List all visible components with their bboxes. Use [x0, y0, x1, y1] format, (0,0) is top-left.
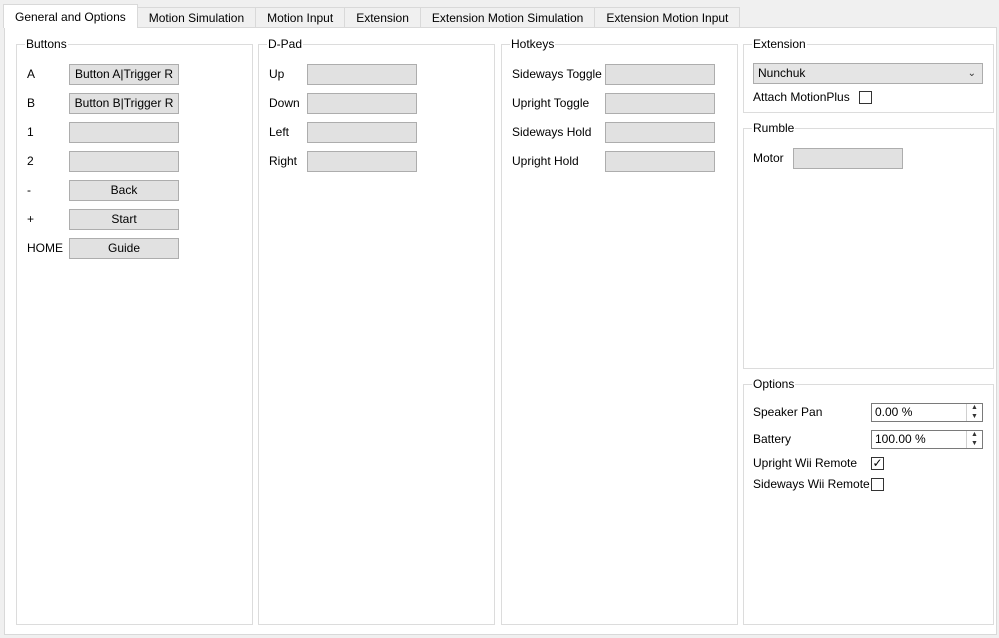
- button-label-plus: +: [27, 212, 35, 226]
- checkmark-icon: ✓: [872, 456, 883, 470]
- options-group: Options Speaker Pan 0.00 % ▲ ▼ Battery 1…: [743, 377, 994, 625]
- buttons-group: Buttons A Button A|Trigger R B Button B|…: [16, 37, 253, 625]
- chevron-down-icon: ⌄: [967, 68, 976, 79]
- tab-bar: General and Options Motion Simulation Mo…: [3, 4, 741, 28]
- dpad-label-left: Left: [269, 125, 290, 139]
- hotkey-label-sideways-hold: Sideways Hold: [512, 125, 592, 139]
- hotkey-label-upright-toggle: Upright Toggle: [512, 96, 590, 110]
- tab-extension[interactable]: Extension: [344, 7, 421, 28]
- battery-label: Battery: [753, 432, 792, 446]
- mapping-upright-hold[interactable]: [605, 151, 715, 172]
- tab-general-and-options[interactable]: General and Options: [3, 4, 138, 28]
- battery-spin-buttons[interactable]: ▲ ▼: [966, 431, 982, 448]
- upright-wii-remote-checkbox[interactable]: ✓: [871, 457, 884, 470]
- button-label-1: 1: [27, 125, 34, 139]
- hotkeys-group: Hotkeys Sideways Toggle Upright Toggle S…: [501, 37, 738, 625]
- motor-label: Motor: [753, 151, 784, 165]
- button-label-b: B: [27, 96, 36, 110]
- spin-down-icon[interactable]: ▼: [967, 440, 982, 448]
- rumble-group: Rumble Motor: [743, 121, 994, 369]
- button-label-home: HOME: [27, 241, 63, 255]
- speaker-pan-spinbox[interactable]: 0.00 % ▲ ▼: [871, 403, 983, 422]
- mapping-button-1[interactable]: [69, 122, 179, 143]
- mapping-dpad-right[interactable]: [307, 151, 417, 172]
- mapping-button-home[interactable]: Guide: [69, 238, 179, 259]
- button-label-2: 2: [27, 154, 34, 168]
- mapping-sideways-hold[interactable]: [605, 122, 715, 143]
- dpad-group: D-Pad Up Down Left Right: [258, 37, 495, 625]
- upright-wii-remote-label: Upright Wii Remote: [753, 456, 858, 470]
- battery-spinbox[interactable]: 100.00 % ▲ ▼: [871, 430, 983, 449]
- mapping-dpad-left[interactable]: [307, 122, 417, 143]
- sideways-wii-remote-checkbox[interactable]: [871, 478, 884, 491]
- dpad-group-title: D-Pad: [267, 37, 304, 51]
- attach-motionplus-checkbox[interactable]: [859, 91, 872, 104]
- extension-select[interactable]: Nunchuk ⌄: [753, 63, 983, 84]
- mapping-button-2[interactable]: [69, 151, 179, 172]
- mapping-button-plus[interactable]: Start: [69, 209, 179, 230]
- speaker-pan-label: Speaker Pan: [753, 405, 823, 419]
- hotkey-label-sideways-toggle: Sideways Toggle: [512, 67, 602, 81]
- extension-group: Extension Nunchuk ⌄ Attach MotionPlus: [743, 37, 994, 113]
- buttons-group-title: Buttons: [25, 37, 68, 51]
- mapping-motor[interactable]: [793, 148, 903, 169]
- dpad-label-down: Down: [269, 96, 300, 110]
- spin-down-icon[interactable]: ▼: [967, 413, 982, 421]
- tab-extension-motion-simulation[interactable]: Extension Motion Simulation: [419, 7, 596, 28]
- tab-motion-simulation[interactable]: Motion Simulation: [136, 7, 257, 28]
- mapping-dpad-down[interactable]: [307, 93, 417, 114]
- sideways-wii-remote-label: Sideways Wii Remote: [753, 477, 870, 491]
- mapping-sideways-toggle[interactable]: [605, 64, 715, 85]
- button-label-minus: -: [27, 183, 31, 197]
- battery-value: 100.00 %: [875, 432, 926, 446]
- rumble-group-title: Rumble: [752, 121, 796, 135]
- mapping-button-b[interactable]: Button B|Trigger R: [69, 93, 179, 114]
- dpad-label-right: Right: [269, 154, 298, 168]
- button-label-a: A: [27, 67, 36, 81]
- mapping-dpad-up[interactable]: [307, 64, 417, 85]
- mapping-button-a[interactable]: Button A|Trigger R: [69, 64, 179, 85]
- hotkeys-group-title: Hotkeys: [510, 37, 556, 51]
- extension-group-title: Extension: [752, 37, 807, 51]
- speaker-pan-spin-buttons[interactable]: ▲ ▼: [966, 404, 982, 421]
- extension-select-value: Nunchuk: [758, 66, 806, 80]
- tab-extension-motion-input[interactable]: Extension Motion Input: [594, 7, 741, 28]
- mapping-button-minus[interactable]: Back: [69, 180, 179, 201]
- tab-motion-input[interactable]: Motion Input: [255, 7, 346, 28]
- options-group-title: Options: [752, 377, 796, 391]
- spin-up-icon[interactable]: ▲: [967, 404, 982, 412]
- spin-up-icon[interactable]: ▲: [967, 431, 982, 439]
- attach-motionplus-label: Attach MotionPlus: [753, 90, 850, 104]
- dpad-label-up: Up: [269, 67, 285, 81]
- speaker-pan-value: 0.00 %: [875, 405, 913, 419]
- tab-panel: Buttons A Button A|Trigger R B Button B|…: [4, 27, 997, 635]
- hotkey-label-upright-hold: Upright Hold: [512, 154, 579, 168]
- mapping-upright-toggle[interactable]: [605, 93, 715, 114]
